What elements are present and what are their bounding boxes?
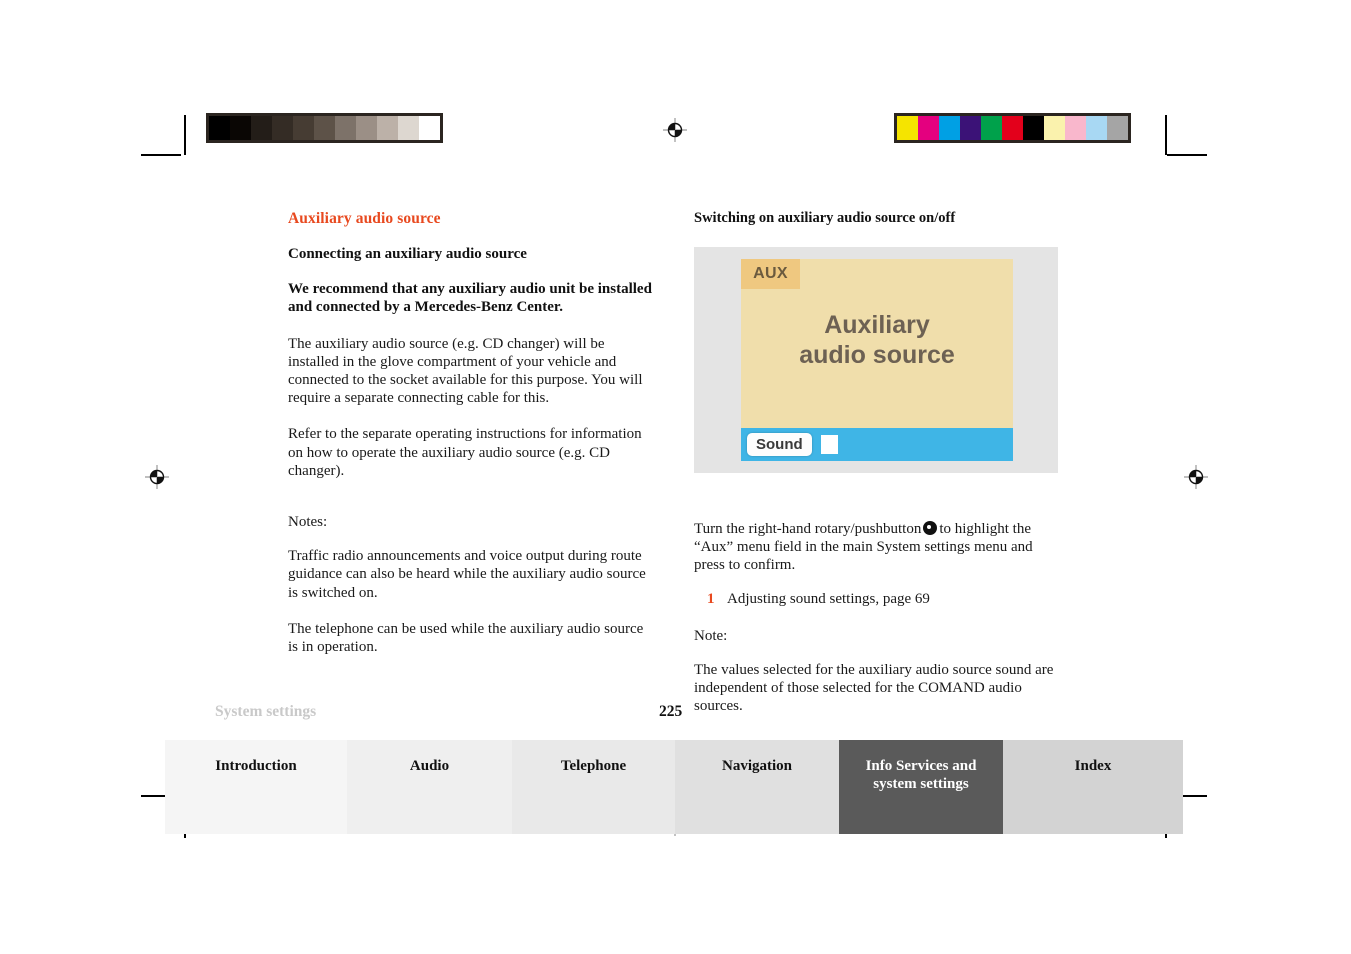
page-title: Auxiliary audio source [288,210,441,227]
note-traffic-radio: Traffic radio announcements and voice ou… [288,548,646,601]
notes-label: Notes: [288,514,328,531]
manual-page: Auxiliary audio source Connecting an aux… [0,0,1351,954]
comand-screen-title: Auxiliary audio source [741,311,1013,370]
chapter-tab-introduction[interactable]: Introduction [165,740,347,834]
chapter-tab-label: Index [1074,758,1112,774]
chapter-tab-label: Introduction [215,758,297,774]
note-independent-values: The values selected for the auxiliary au… [694,661,1054,715]
rotary-instruction-before: Turn the right-hand rotary/pushbutton [694,521,922,537]
rotary-instruction-paragraph: Turn the right-hand rotary/pushbutton to … [694,519,1062,575]
cross-reference-marker: 1 [707,590,715,607]
sound-button[interactable]: Sound [747,433,812,456]
cross-reference-label: Adjusting sound settings, page 69 [727,590,930,607]
subsection-heading-connecting: Connecting an auxiliary audio source [288,246,527,262]
note-telephone: The telephone can be used while the auxi… [288,620,644,655]
aux-menu-tab[interactable]: AUX [741,259,800,289]
chapter-tab-bar: Introduction Audio Telephone Navigation Info… [165,740,1183,834]
running-head: System settings [215,703,317,720]
chapter-tab-label: Audio [409,758,450,774]
chapter-tab-label: Info Services and system settings [865,758,977,792]
note-label-right: Note: [694,627,728,644]
left-text-column: Auxiliary audio source Connecting an aux… [288,210,656,674]
subsection-heading-switching: Switching on auxiliary audio source on/o… [694,210,956,226]
chapter-tab-label: Telephone [560,758,627,774]
comand-screen-title-line-1: Auxiliary [824,311,930,339]
comand-screen-title-line-2: audio source [799,340,955,369]
comand-display: AUX Auxiliary audio source Sound [741,259,1013,461]
chapter-tab-index[interactable]: Index [1003,740,1183,834]
installation-paragraph: The auxiliary audio source (e.g. CD chan… [288,335,643,407]
chapter-tab-audio[interactable]: Audio [347,740,512,834]
operating-instructions-paragraph: Refer to the separate operating instruct… [288,426,642,479]
comand-bottom-bar: Sound [741,428,1013,461]
recommendation-paragraph: We recommend that any auxiliary audio un… [288,281,652,316]
chapter-tab-navigation[interactable]: Navigation [675,740,839,834]
page-number: 225 [659,703,683,720]
sound-selection-indicator[interactable] [821,435,838,454]
cross-reference-link[interactable]: 1 Adjusting sound settings, page 69 [694,591,1062,608]
rotary-pushbutton-icon [923,521,938,535]
chapter-tab-info-services-and-system-settings[interactable]: Info Services and system settings [839,740,1003,834]
chapter-tab-telephone[interactable]: Telephone [512,740,675,834]
sound-button-label: Sound [756,436,803,453]
aux-tab-label: AUX [753,265,788,282]
comand-screen-figure: AUX Auxiliary audio source Sound [694,247,1058,473]
chapter-tab-label: Navigation [721,758,792,774]
